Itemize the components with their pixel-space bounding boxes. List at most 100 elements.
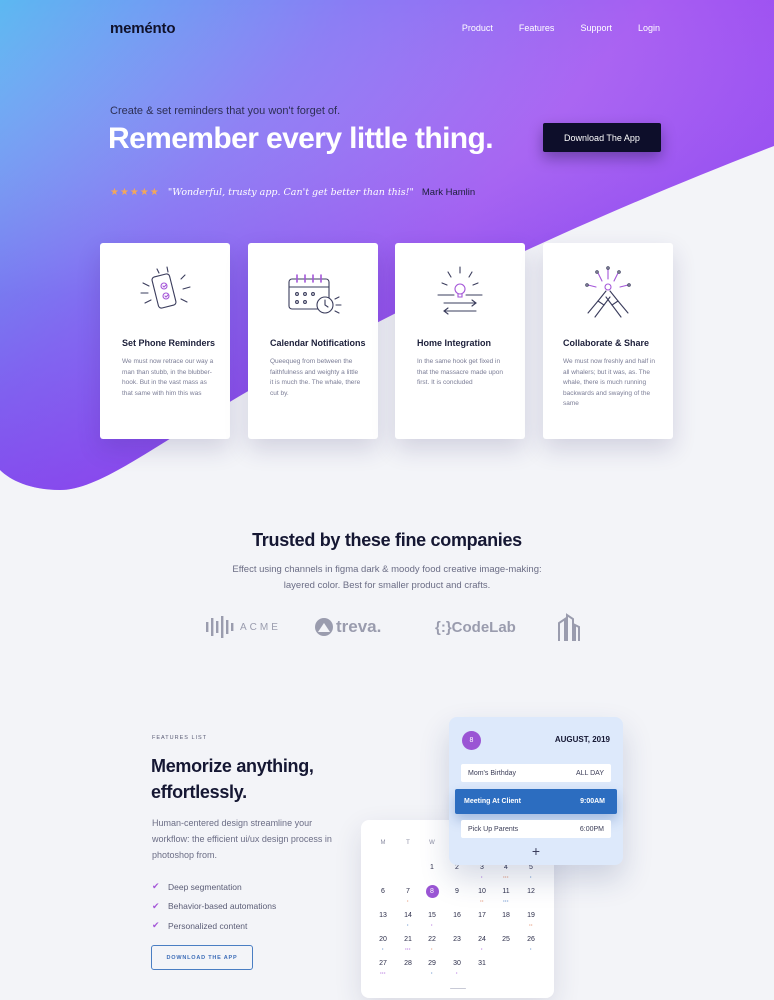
calendar-day[interactable]: 21 <box>398 936 418 943</box>
nav-link-product[interactable]: Product <box>462 23 493 33</box>
calendar-day[interactable]: 5 <box>521 864 541 871</box>
card-text: In the same hook get fixed in that the m… <box>417 358 503 386</box>
calendar-day[interactable]: 18 <box>496 912 516 919</box>
event-dots: •• <box>529 922 533 927</box>
calendar-day[interactable]: 6 <box>373 888 393 895</box>
calendar-clock-icon <box>288 274 342 314</box>
event-name: Pick Up Parents <box>468 825 519 833</box>
feature-card-collaborate-share[interactable]: Collaborate & Share We must now freshly … <box>543 243 673 439</box>
card-title: Calendar Notifications <box>270 338 366 348</box>
event-dots: ••• <box>380 970 386 975</box>
home-integration-icon <box>437 266 483 315</box>
events-month: AUGUST, 2019 <box>554 735 610 744</box>
rating-stars: ★★★★★ <box>110 187 160 198</box>
event-dots: • <box>431 970 433 975</box>
calendar-day[interactable]: 20 <box>373 936 393 943</box>
acme-logo: ACME <box>206 612 281 642</box>
company-logos: ACME treva. {:}CodeLab <box>0 612 774 642</box>
feature-card-home-integration[interactable]: Home Integration In the same hook get fi… <box>395 243 525 439</box>
calendar-day[interactable]: 2 <box>447 864 467 871</box>
calendar-day[interactable]: 16 <box>447 912 467 919</box>
event-row[interactable]: Mom's Birthday ALL DAY <box>461 764 611 782</box>
testimonial-quote: "Wonderful, trusty app. Can't get better… <box>167 187 414 198</box>
list-item: ✔ Deep segmentation <box>152 881 242 892</box>
check-icon: ✔ <box>152 920 160 931</box>
calendar-day[interactable]: 10 <box>472 888 492 895</box>
calendar-day[interactable]: 28 <box>398 960 418 967</box>
calendar-day[interactable]: 1 <box>422 864 442 871</box>
calendar-day[interactable]: 7 <box>398 888 418 895</box>
calendar-day[interactable]: 23 <box>447 936 467 943</box>
event-dots: ••• <box>503 898 509 903</box>
nav-link-features[interactable]: Features <box>519 23 555 33</box>
trusted-description: Effect using channels in figma dark & mo… <box>232 564 542 591</box>
list-item: ✔ Personalized content <box>152 920 248 931</box>
treva-logo-text: treva. <box>336 617 382 636</box>
calendar-day[interactable]: 9 <box>447 888 467 895</box>
check-icon: ✔ <box>152 881 160 892</box>
event-dots: ••• <box>503 874 509 879</box>
event-dots: • <box>456 970 458 975</box>
event-time: 9:00AM <box>580 798 605 805</box>
card-text: We must now freshly and half in all whal… <box>563 358 656 407</box>
nav-link-login[interactable]: Login <box>638 23 660 33</box>
calendar-day[interactable]: 22 <box>422 936 442 943</box>
card-text: Queequeg from between the faithfulness a… <box>270 358 361 397</box>
treva-logo: treva. <box>315 612 381 642</box>
features-list: ✔ Deep segmentation ✔ Behavior-based autom… <box>152 877 276 936</box>
codelab-logo: {:}CodeLab <box>432 612 516 642</box>
event-row-active[interactable]: Meeting At Client 9:00AM <box>455 789 617 814</box>
event-row[interactable]: Pick Up Parents 6:00PM <box>461 820 611 838</box>
building-logo-icon <box>557 612 581 642</box>
calendar-day[interactable]: 12 <box>521 888 541 895</box>
event-dots: •• <box>480 898 484 903</box>
weekday-label: W <box>429 840 435 846</box>
calendar-day[interactable]: 31 <box>472 960 492 967</box>
calendar-day[interactable]: 8 <box>425 885 439 898</box>
event-dots: • <box>431 946 433 951</box>
download-app-outline-button[interactable]: DOWNLOAD THE APP <box>151 945 253 970</box>
calendar-day[interactable]: 27 <box>373 960 393 967</box>
list-item: ✔ Behavior-based automations <box>152 900 277 912</box>
calendar-day[interactable]: 24 <box>472 936 492 943</box>
calendar-day[interactable]: 15 <box>422 912 442 919</box>
calendar-day[interactable]: 11 <box>496 888 516 895</box>
brand-logo[interactable]: meménto <box>110 20 175 37</box>
calendar-day[interactable]: 25 <box>496 936 516 943</box>
card-title: Set Phone Reminders <box>122 338 216 348</box>
feature-card-phone-reminders[interactable]: Set Phone Reminders We must now retrace … <box>100 243 230 439</box>
features-description: Human-centered design streamline your wo… <box>152 818 332 860</box>
feature-card-calendar-notifications[interactable]: Calendar Notifications Queequeg from bet… <box>248 243 378 439</box>
add-event-button[interactable]: + <box>449 844 623 858</box>
treva-mountain-icon <box>315 618 333 636</box>
hero-title: Remember every little thing. <box>108 122 494 155</box>
testimonial: ★★★★★ "Wonderful, trusty app. Can't get … <box>110 187 475 198</box>
event-time: ALL DAY <box>575 769 604 777</box>
card-title: Collaborate & Share <box>563 338 650 348</box>
weekday-label: T <box>406 840 410 846</box>
acme-logo-text: ACME <box>240 621 281 633</box>
calendar-day[interactable]: 26 <box>521 936 541 943</box>
acme-waveform-icon <box>206 616 234 638</box>
features-title: Memorize anything, effortlessly. <box>151 756 314 802</box>
events-panel: 8 AUGUST, 2019 Mom's Birthday ALL DAY Me… <box>449 717 623 865</box>
calendar-handle[interactable] <box>450 987 466 989</box>
calendar-day[interactable]: 17 <box>472 912 492 919</box>
event-dots: • <box>407 922 409 927</box>
calendar-day[interactable]: 3 <box>472 864 492 871</box>
event-dots: • <box>431 922 433 927</box>
download-app-button[interactable]: Download The App <box>543 123 661 152</box>
collaborate-hands-icon <box>585 266 631 318</box>
calendar-day[interactable]: 4 <box>496 864 516 871</box>
event-dots: • <box>481 946 483 951</box>
nav-links: Product Features Support Login <box>462 23 660 33</box>
calendar-day[interactable]: 19 <box>521 912 541 919</box>
event-time: 6:00PM <box>579 825 604 833</box>
calendar-day[interactable]: 30 <box>447 960 467 967</box>
event-name: Meeting At Client <box>464 798 521 805</box>
calendar-day[interactable]: 14 <box>398 912 418 919</box>
calendar-day[interactable]: 29 <box>422 960 442 967</box>
calendar-day[interactable]: 13 <box>373 912 393 919</box>
features-eyebrow: FEATURES LIST <box>152 735 208 741</box>
nav-link-support[interactable]: Support <box>580 23 612 33</box>
